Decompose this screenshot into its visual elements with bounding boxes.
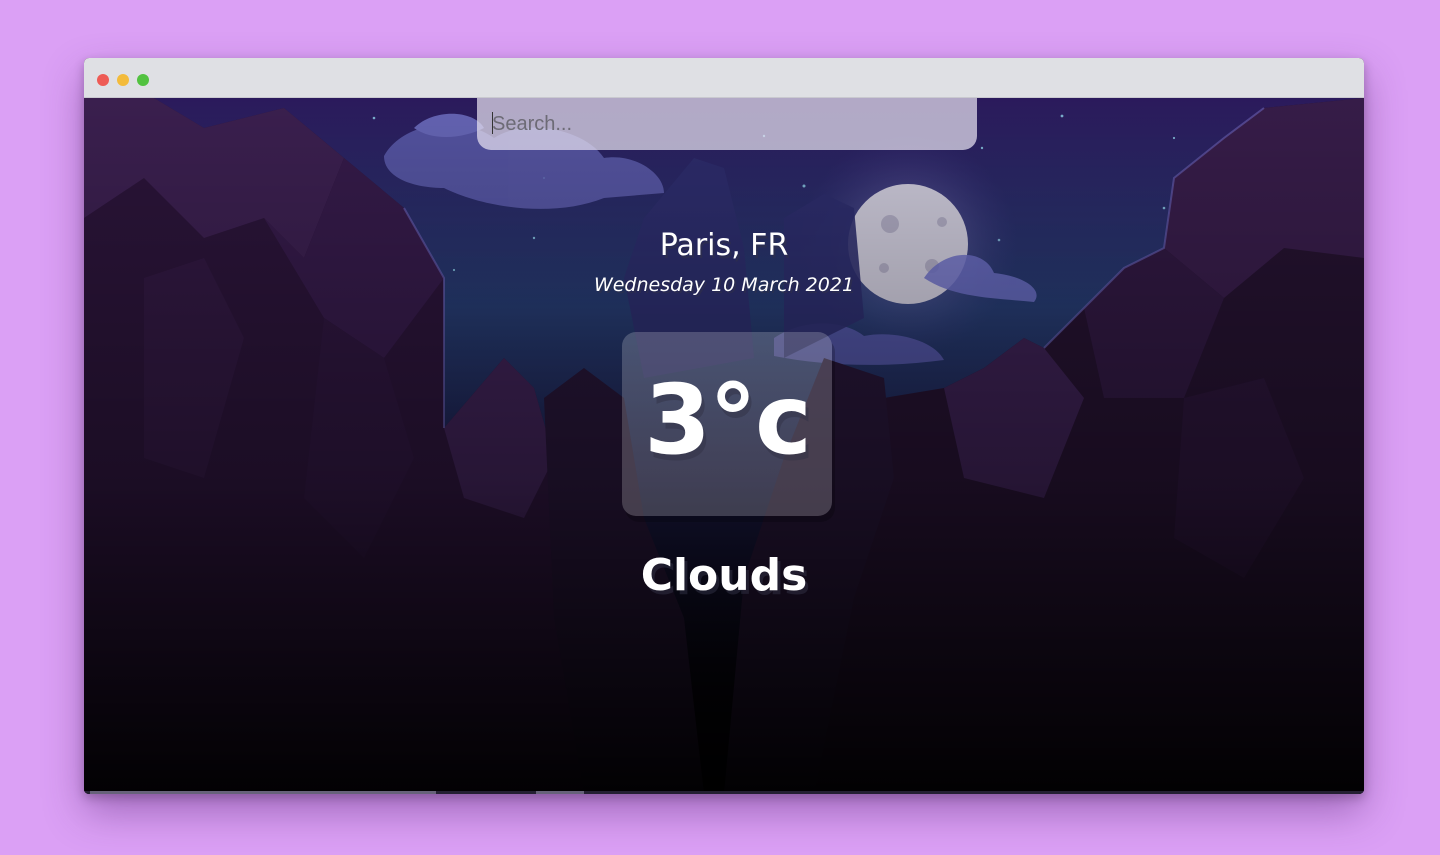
- weather-condition: Clouds: [640, 550, 808, 601]
- maximize-window-button[interactable]: [137, 74, 149, 86]
- browser-window: Paris, FR Wednesday 10 March 2021 3°c Cl…: [84, 58, 1364, 794]
- temperature-card: 3°c: [622, 332, 832, 516]
- window-titlebar: [84, 58, 1364, 98]
- temperature-value: 3°c: [644, 364, 812, 476]
- close-window-button[interactable]: [97, 74, 109, 86]
- scrollbar-thumb-secondary[interactable]: [536, 791, 584, 794]
- scrollbar-thumb[interactable]: [90, 791, 436, 794]
- text-caret: [492, 112, 493, 134]
- date-label: Wednesday 10 March 2021: [593, 274, 855, 296]
- app-viewport: Paris, FR Wednesday 10 March 2021 3°c Cl…: [84, 98, 1364, 794]
- minimize-window-button[interactable]: [117, 74, 129, 86]
- search-input[interactable]: [477, 98, 977, 150]
- location-label: Paris, FR: [659, 228, 789, 263]
